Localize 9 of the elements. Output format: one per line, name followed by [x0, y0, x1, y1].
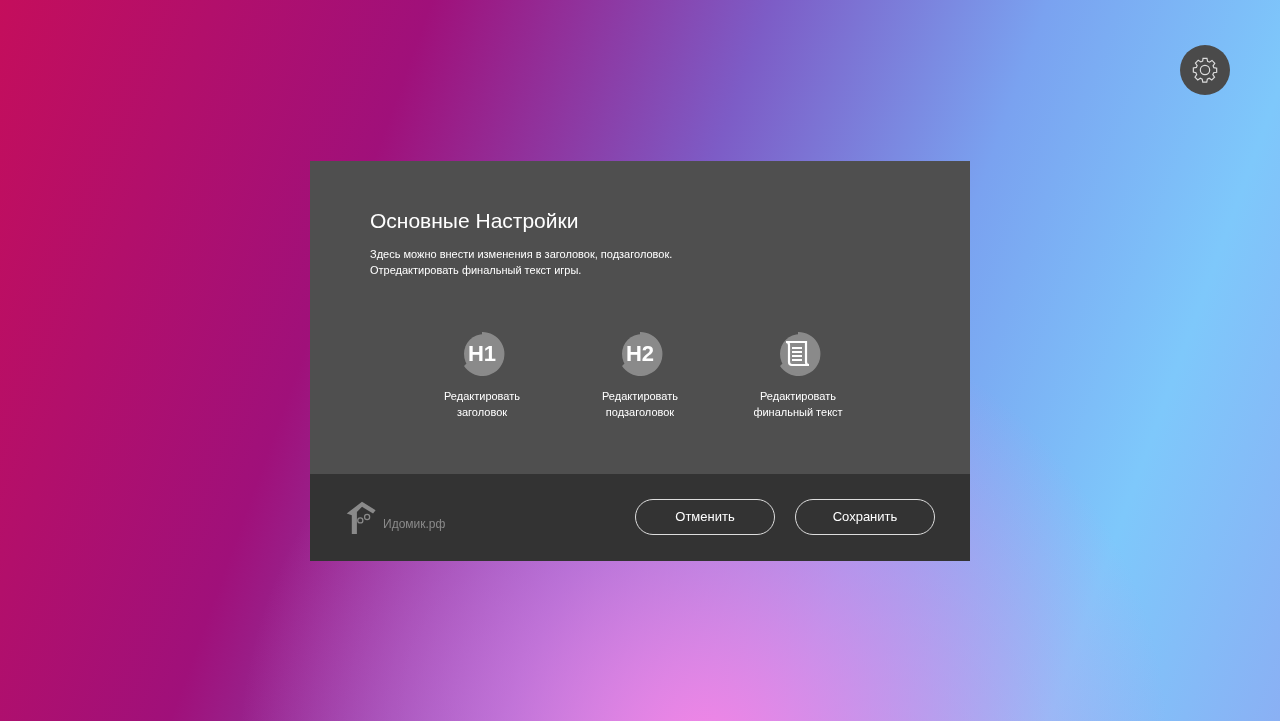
- dialog-title: Основные Настройки: [370, 207, 580, 234]
- edit-option[interactable]: H2 Редактировать подзаголовок: [581, 330, 699, 420]
- settings-icon: [1191, 56, 1219, 84]
- description-text: Здесь можно внести изменения в заголовок, подзаголовок.: [370, 247, 674, 262]
- edit-option[interactable]: H1 Редактировать заголовок: [423, 330, 541, 420]
- description-text: Отредактировать финальный текст игры.: [370, 263, 583, 278]
- logo-text: Идомик.рф: [383, 516, 446, 533]
- edit-option[interactable]: Редактировать финальный текст: [739, 330, 857, 420]
- settings-button[interactable]: [1180, 45, 1230, 95]
